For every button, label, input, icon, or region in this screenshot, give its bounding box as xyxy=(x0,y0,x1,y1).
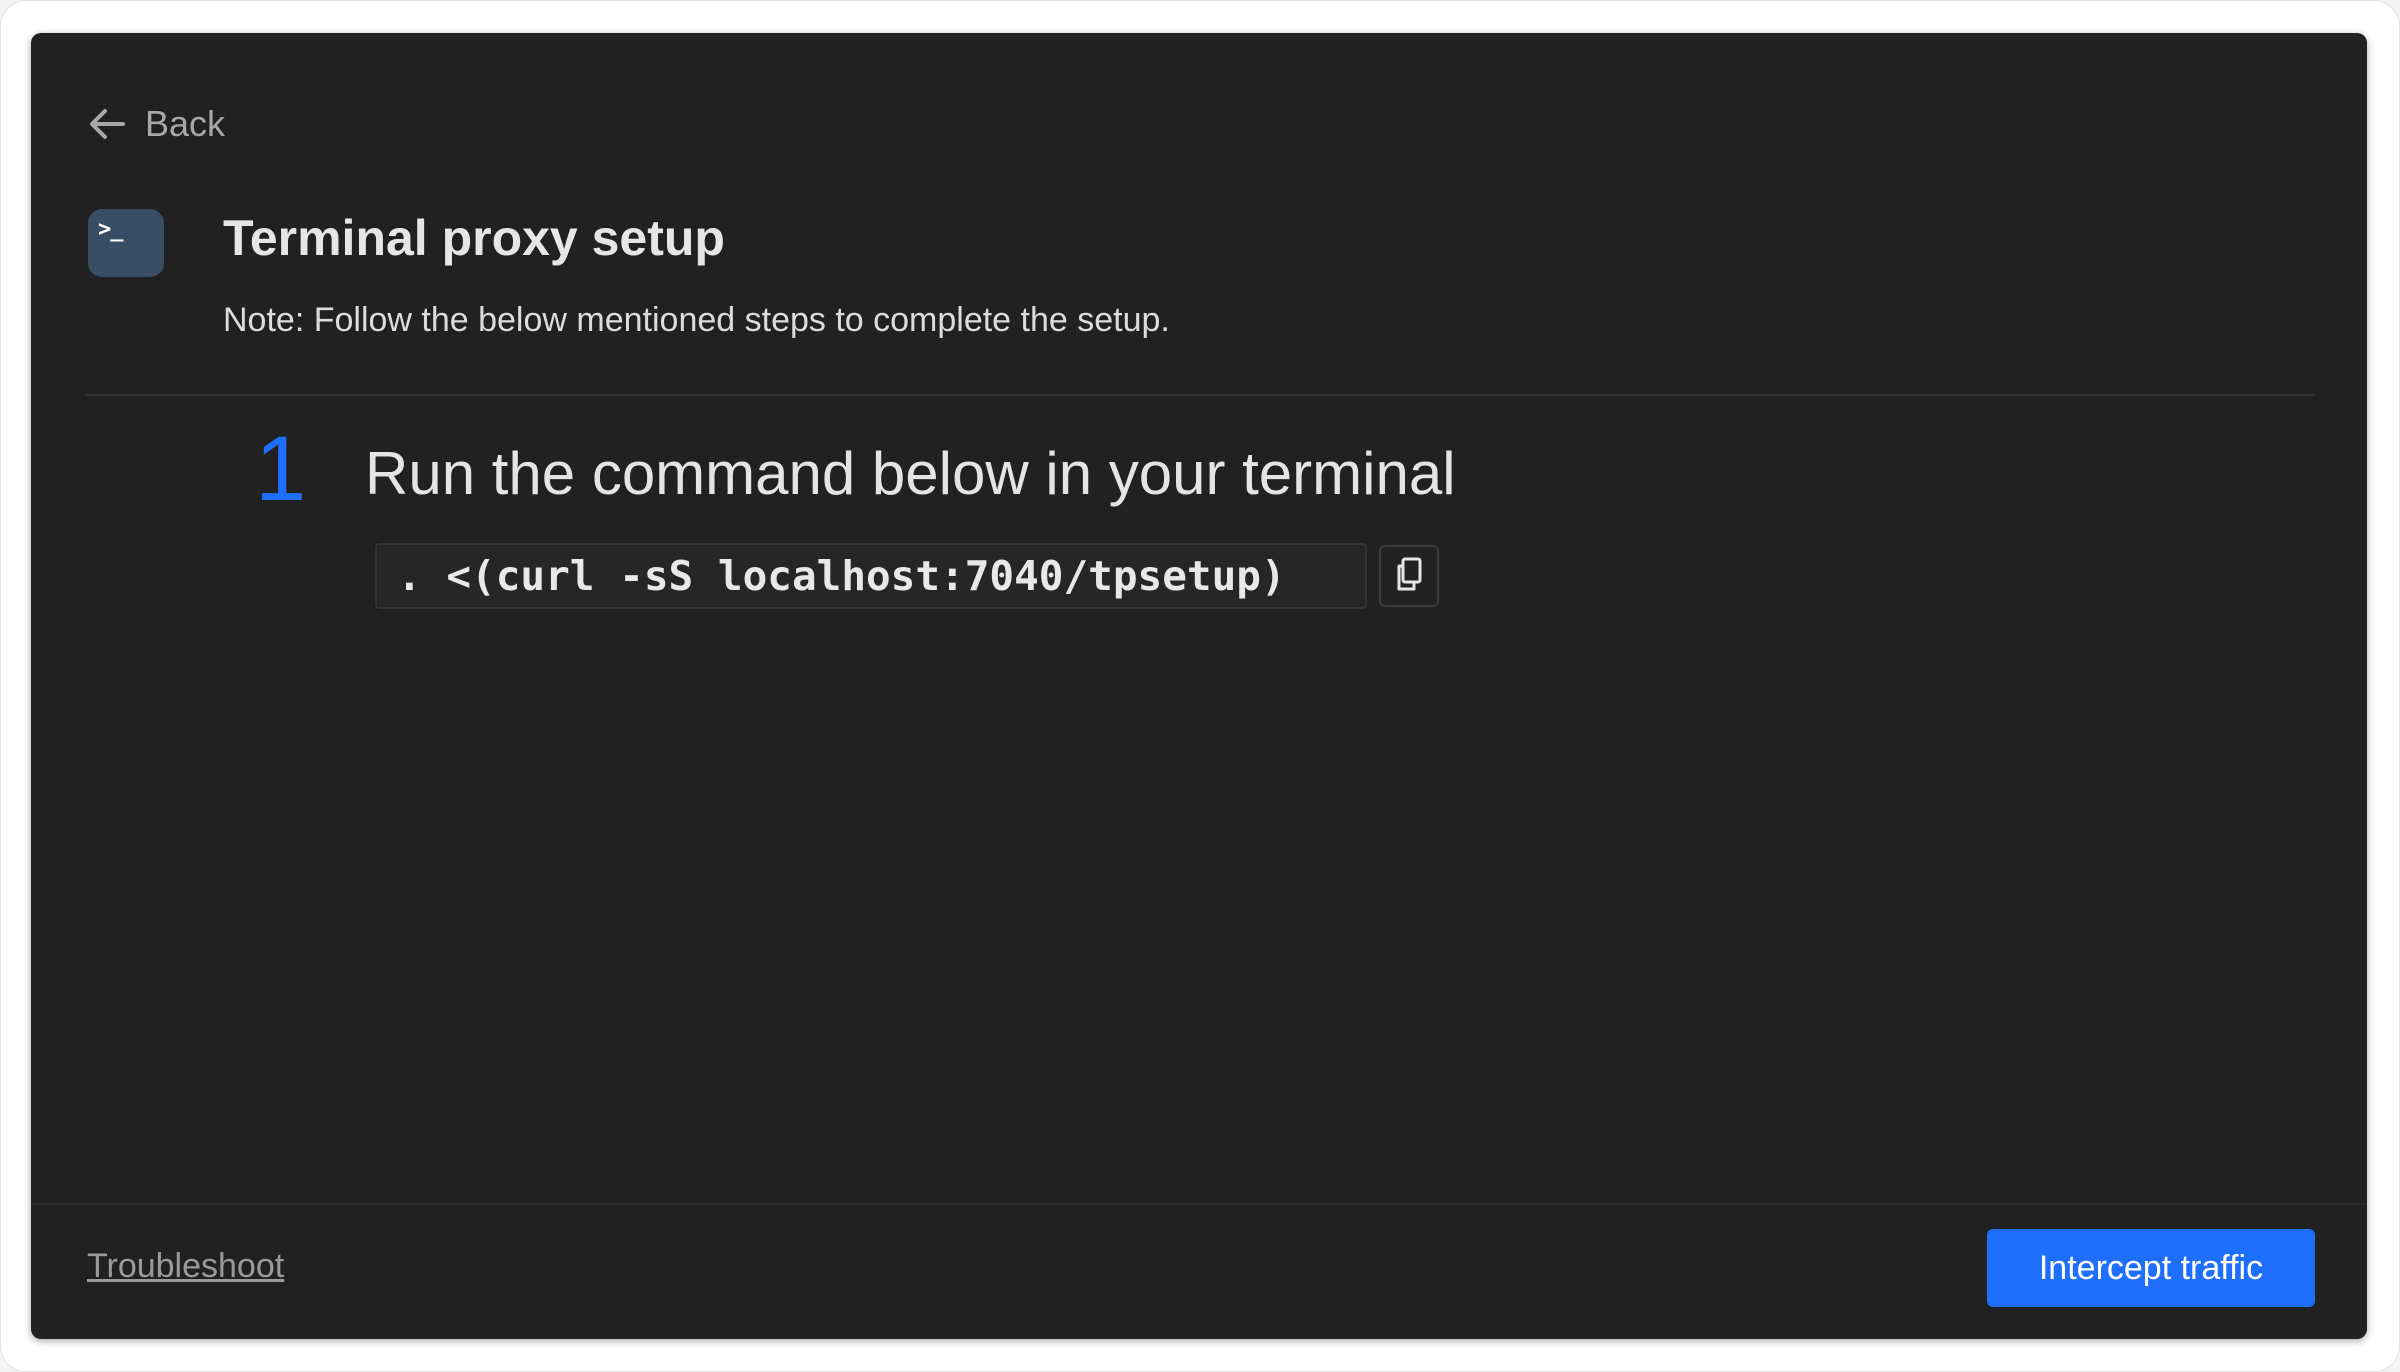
arrow-left-icon xyxy=(87,106,127,142)
step-title: Run the command below in your terminal xyxy=(365,440,1456,507)
setup-panel: Back >_ Terminal proxy setup Note: Follo… xyxy=(31,33,2367,1339)
header-divider xyxy=(85,394,2315,396)
copy-button[interactable] xyxy=(1379,545,1439,607)
troubleshoot-link[interactable]: Troubleshoot xyxy=(87,1247,284,1286)
command-snippet[interactable]: . <(curl -sS localhost:7040/tpsetup) xyxy=(375,543,1367,609)
intercept-traffic-button[interactable]: Intercept traffic xyxy=(1987,1229,2315,1307)
page-title: Terminal proxy setup xyxy=(223,210,725,266)
footer-divider xyxy=(31,1203,2367,1205)
terminal-icon: >_ xyxy=(88,209,164,277)
back-link[interactable]: Back xyxy=(87,101,225,147)
back-label: Back xyxy=(145,103,226,144)
terminal-icon-glyph: >_ xyxy=(98,217,123,242)
step-number: 1 xyxy=(255,418,307,520)
window-frame: Back >_ Terminal proxy setup Note: Follo… xyxy=(0,0,2400,1372)
copy-icon xyxy=(1394,556,1424,597)
setup-note: Note: Follow the below mentioned steps t… xyxy=(223,301,1170,339)
